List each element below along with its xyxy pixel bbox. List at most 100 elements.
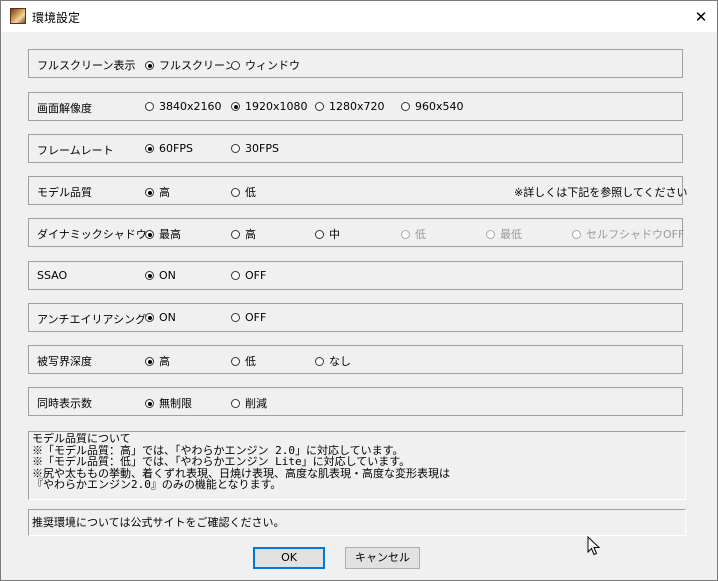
radio-unchecked-icon <box>231 313 240 322</box>
radio-unchecked-icon <box>145 102 154 111</box>
radio-option-label: 高 <box>159 355 170 368</box>
radio-checked-icon <box>145 313 154 322</box>
notes-line: ※「モデル品質：低」では、「やわらかエンジン Lite」に対応しています。 <box>32 455 411 468</box>
radio-option-label: ウィンドウ <box>245 59 300 72</box>
radio-option-label: なし <box>329 355 351 368</box>
title-bar: 環境設定 ✕ <box>1 1 717 32</box>
radio-option[interactable]: 低 <box>231 184 256 200</box>
settings-dialog: 環境設定 ✕ フルスクリーン表示 フルスクリーン ウィンドウ画面解像度 3840x21… <box>0 0 718 581</box>
radio-option[interactable]: 高 <box>145 184 170 200</box>
radio-option[interactable]: ウィンドウ <box>231 57 300 73</box>
radio-option[interactable]: ON <box>145 311 176 324</box>
radio-option-label: OFF <box>245 311 267 324</box>
radio-checked-icon <box>145 399 154 408</box>
radio-option[interactable]: 中 <box>315 226 340 242</box>
radio-option-label: 低 <box>245 355 256 368</box>
radio-option-label: 高 <box>159 186 170 199</box>
window-title: 環境設定 <box>32 11 81 25</box>
radio-option-label: ON <box>159 269 176 282</box>
radio-checked-icon <box>145 61 154 70</box>
setting-row-display-count: 同時表示数 無制限 削減 <box>28 387 683 416</box>
radio-option-label: 削減 <box>245 397 267 410</box>
radio-unchecked-icon <box>231 399 240 408</box>
setting-row-antialiasing: アンチエイリアシング ON OFF <box>28 303 683 332</box>
setting-label: モデル品質 <box>37 186 92 199</box>
model-quality-note: ※詳しくは下記を参照してください <box>514 186 688 199</box>
setting-row-framerate: フレームレート 60FPS 30FPS <box>28 134 683 163</box>
ok-button[interactable]: OK <box>253 547 325 569</box>
notes-line: 『やわらかエンジン2.0』のみの機能となります。 <box>32 478 282 491</box>
radio-unchecked-icon <box>231 61 240 70</box>
radio-unchecked-icon <box>231 144 240 153</box>
setting-row-ssao: SSAO ON OFF <box>28 261 683 290</box>
radio-option-label: 無制限 <box>159 397 192 410</box>
radio-option[interactable]: 1280x720 <box>315 100 385 113</box>
setting-label: 被写界深度 <box>37 355 92 368</box>
mouse-pointer-icon <box>587 536 601 556</box>
radio-unchecked-icon <box>231 271 240 280</box>
radio-unchecked-icon <box>572 230 581 239</box>
radio-option-label: 中 <box>329 228 340 241</box>
radio-checked-icon <box>145 271 154 280</box>
radio-unchecked-icon <box>401 102 410 111</box>
setting-row-resolution: 画面解像度 3840x2160 1920x1080 1280x720 960x540 <box>28 92 683 121</box>
setting-label: フレームレート <box>37 144 114 157</box>
radio-option: 最低 <box>486 226 522 242</box>
notes-line: モデル品質について <box>32 432 131 445</box>
app-icon <box>10 8 26 24</box>
recommendation-textbox[interactable]: 推奨環境については公式サイトをご確認ください。 <box>28 509 686 536</box>
setting-label: SSAO <box>37 269 68 282</box>
radio-unchecked-icon <box>231 230 240 239</box>
radio-option-label: 30FPS <box>245 142 279 155</box>
radio-option[interactable]: 高 <box>231 226 256 242</box>
setting-row-fullscreen: フルスクリーン表示 フルスクリーン ウィンドウ <box>28 49 683 78</box>
radio-option-label: 1280x720 <box>329 100 385 113</box>
radio-option[interactable]: 1920x1080 <box>231 100 308 113</box>
radio-option[interactable]: 960x540 <box>401 100 464 113</box>
radio-unchecked-icon <box>231 357 240 366</box>
radio-option[interactable]: なし <box>315 353 351 369</box>
radio-option[interactable]: 3840x2160 <box>145 100 222 113</box>
notes-textbox[interactable]: モデル品質について ※「モデル品質：高」では、「やわらかエンジン 2.0」に対応… <box>28 431 686 500</box>
radio-option-label: セルフシャドウOFF <box>586 228 685 241</box>
radio-option-label: フルスクリーン <box>159 59 236 72</box>
radio-option[interactable]: ON <box>145 269 176 282</box>
setting-label: 同時表示数 <box>37 397 92 410</box>
radio-option[interactable]: 最高 <box>145 226 181 242</box>
radio-option-label: 3840x2160 <box>159 100 222 113</box>
radio-option-label: 960x540 <box>415 100 464 113</box>
radio-option[interactable]: 削減 <box>231 395 267 411</box>
radio-unchecked-icon <box>315 230 324 239</box>
radio-option-label: 低 <box>415 228 426 241</box>
radio-option-label: 60FPS <box>159 142 193 155</box>
radio-checked-icon <box>231 102 240 111</box>
radio-option-label: 最低 <box>500 228 522 241</box>
radio-option[interactable]: 30FPS <box>231 142 279 155</box>
radio-option-label: OFF <box>245 269 267 282</box>
radio-option-label: 低 <box>245 186 256 199</box>
radio-option[interactable]: 無制限 <box>145 395 192 411</box>
radio-option[interactable]: 高 <box>145 353 170 369</box>
radio-option-label: ON <box>159 311 176 324</box>
setting-label: フルスクリーン表示 <box>37 59 136 72</box>
radio-checked-icon <box>145 230 154 239</box>
radio-option-label: 1920x1080 <box>245 100 308 113</box>
radio-checked-icon <box>145 188 154 197</box>
radio-unchecked-icon <box>486 230 495 239</box>
radio-option[interactable]: 低 <box>231 353 256 369</box>
setting-label: ダイナミックシャドウ <box>37 228 147 241</box>
radio-option-label: 最高 <box>159 228 181 241</box>
radio-option[interactable]: OFF <box>231 311 266 324</box>
radio-checked-icon <box>145 144 154 153</box>
radio-option[interactable]: OFF <box>231 269 266 282</box>
setting-row-depth-of-field: 被写界深度 高 低 なし <box>28 345 683 374</box>
radio-option[interactable]: フルスクリーン <box>145 57 235 73</box>
radio-unchecked-icon <box>315 357 324 366</box>
close-button[interactable]: ✕ <box>687 5 715 29</box>
setting-label: 画面解像度 <box>37 102 92 115</box>
cancel-button[interactable]: キャンセル <box>345 547 420 569</box>
radio-unchecked-icon <box>315 102 324 111</box>
radio-option[interactable]: 60FPS <box>145 142 193 155</box>
radio-option-label: 高 <box>245 228 256 241</box>
setting-row-dynamic-shadow: ダイナミックシャドウ 最高 高 中 低 最低 セルフシャドウOFF <box>28 218 685 247</box>
